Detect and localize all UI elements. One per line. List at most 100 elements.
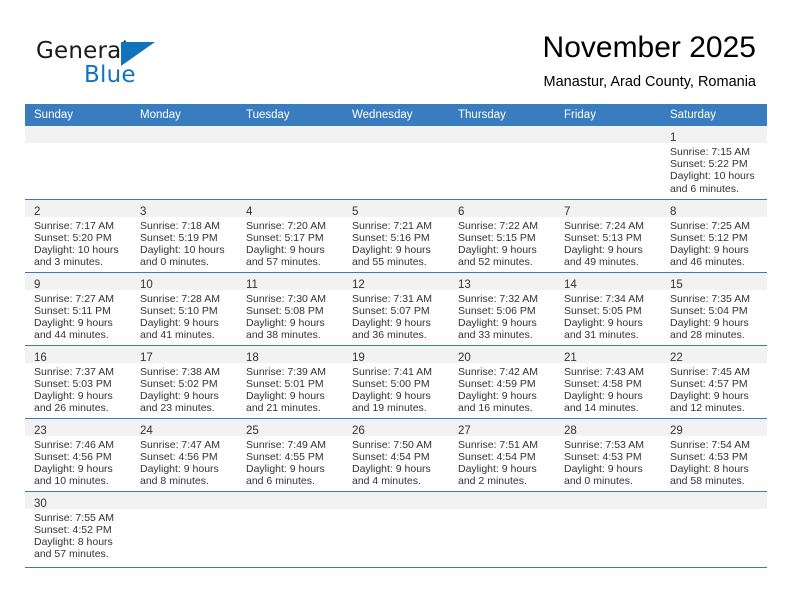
calendar-day-cell[interactable]: 28 Sunrise: 7:53 AM Sunset: 4:53 PM Dayligh… <box>555 418 661 492</box>
day-details: Sunrise: 7:46 AM Sunset: 4:56 PM Daylight:… <box>25 436 131 488</box>
calendar-day-cell[interactable]: 19 Sunrise: 7:41 AM Sunset: 5:00 PM Dayligh… <box>343 345 449 419</box>
calendar-day-cell[interactable]: 4 Sunrise: 7:20 AM Sunset: 5:17 PM Daylight… <box>237 199 343 273</box>
day-number-band: 16 <box>25 345 131 364</box>
calendar-day-cell[interactable]: 9 Sunrise: 7:27 AM Sunset: 5:11 PM Daylight… <box>25 272 131 346</box>
calendar-week-row: 2 Sunrise: 7:17 AM Sunset: 5:20 PM Daylight… <box>25 199 767 273</box>
daylight-text-line1: Daylight: 9 hours <box>670 316 749 329</box>
day-details: Sunrise: 7:21 AM Sunset: 5:16 PM Daylight:… <box>343 217 449 269</box>
day-details: Sunrise: 7:42 AM Sunset: 4:59 PM Daylight:… <box>449 363 555 415</box>
day-details: Sunrise: 7:43 AM Sunset: 4:58 PM Daylight:… <box>555 363 661 415</box>
daylight-text-line2: and 14 minutes. <box>564 402 639 415</box>
day-number-band: 7 <box>555 199 661 218</box>
day-details: Sunrise: 7:18 AM Sunset: 5:19 PM Daylight:… <box>131 217 237 269</box>
daylight-text-line1: Daylight: 10 hours <box>140 243 225 256</box>
sunrise-text: Sunrise: 7:53 AM <box>564 438 644 451</box>
day-details: Sunrise: 7:38 AM Sunset: 5:02 PM Daylight:… <box>131 363 237 415</box>
day-number-band: 4 <box>237 199 343 218</box>
weekday-header-saturday: Saturday <box>661 104 767 126</box>
calendar-day-cell[interactable]: 26 Sunrise: 7:50 AM Sunset: 4:54 PM Dayligh… <box>343 418 449 492</box>
daylight-text-line1: Daylight: 9 hours <box>352 389 431 402</box>
day-number: 1 <box>670 132 677 144</box>
daylight-text-line1: Daylight: 9 hours <box>564 316 643 329</box>
sunset-text: Sunset: 5:07 PM <box>352 304 430 317</box>
sunrise-text: Sunrise: 7:24 AM <box>564 219 644 232</box>
calendar-day-cell-empty <box>237 491 343 568</box>
sunrise-text: Sunrise: 7:28 AM <box>140 292 220 305</box>
day-number-band: 13 <box>449 272 555 291</box>
day-number-band: 12 <box>343 272 449 291</box>
calendar-day-cell[interactable]: 24 Sunrise: 7:47 AM Sunset: 4:56 PM Dayligh… <box>131 418 237 492</box>
daylight-text-line2: and 33 minutes. <box>458 329 533 342</box>
sunrise-text: Sunrise: 7:25 AM <box>670 219 750 232</box>
calendar-day-cell[interactable]: 27 Sunrise: 7:51 AM Sunset: 4:54 PM Dayligh… <box>449 418 555 492</box>
calendar-day-cell[interactable]: 22 Sunrise: 7:45 AM Sunset: 4:57 PM Dayligh… <box>661 345 767 419</box>
day-number-band: 15 <box>661 272 767 291</box>
calendar-day-cell[interactable]: 6 Sunrise: 7:22 AM Sunset: 5:15 PM Daylight… <box>449 199 555 273</box>
daylight-text-line1: Daylight: 8 hours <box>670 462 749 475</box>
calendar-day-cell-empty <box>555 126 661 200</box>
sunrise-text: Sunrise: 7:21 AM <box>352 219 432 232</box>
calendar-day-cell[interactable]: 7 Sunrise: 7:24 AM Sunset: 5:13 PM Daylight… <box>555 199 661 273</box>
calendar-day-cell[interactable]: 11 Sunrise: 7:30 AM Sunset: 5:08 PM Dayligh… <box>237 272 343 346</box>
calendar-day-cell-empty <box>661 491 767 568</box>
day-number-band: 29 <box>661 418 767 437</box>
sunrise-text: Sunrise: 7:45 AM <box>670 365 750 378</box>
calendar-day-cell[interactable]: 2 Sunrise: 7:17 AM Sunset: 5:20 PM Daylight… <box>25 199 131 273</box>
sunset-text: Sunset: 5:00 PM <box>352 377 430 390</box>
day-number: 20 <box>458 351 471 364</box>
calendar-day-cell-empty <box>449 126 555 200</box>
sunset-text: Sunset: 4:59 PM <box>458 377 536 390</box>
sunset-text: Sunset: 4:53 PM <box>564 450 642 463</box>
calendar-day-cell[interactable]: 18 Sunrise: 7:39 AM Sunset: 5:01 PM Dayligh… <box>237 345 343 419</box>
sunrise-text: Sunrise: 7:22 AM <box>458 219 538 232</box>
sunrise-text: Sunrise: 7:39 AM <box>246 365 326 378</box>
day-details: Sunrise: 7:30 AM Sunset: 5:08 PM Daylight:… <box>237 290 343 342</box>
day-number: 28 <box>564 424 577 437</box>
calendar-day-cell-empty <box>449 491 555 568</box>
calendar-day-cell[interactable]: 13 Sunrise: 7:32 AM Sunset: 5:06 PM Dayligh… <box>449 272 555 346</box>
title-block: November 2025 Manastur, Arad County, Rom… <box>543 30 756 91</box>
calendar-day-cell[interactable]: 12 Sunrise: 7:31 AM Sunset: 5:07 PM Dayligh… <box>343 272 449 346</box>
calendar-day-cell[interactable]: 17 Sunrise: 7:38 AM Sunset: 5:02 PM Dayligh… <box>131 345 237 419</box>
sunrise-text: Sunrise: 7:41 AM <box>352 365 432 378</box>
calendar-day-cell[interactable]: 21 Sunrise: 7:43 AM Sunset: 4:58 PM Dayligh… <box>555 345 661 419</box>
day-number-band <box>25 126 131 143</box>
calendar-day-cell[interactable]: 23 Sunrise: 7:46 AM Sunset: 4:56 PM Dayligh… <box>25 418 131 492</box>
calendar-day-cell[interactable]: 10 Sunrise: 7:28 AM Sunset: 5:10 PM Dayligh… <box>131 272 237 346</box>
day-number: 27 <box>458 424 471 437</box>
calendar-day-cell[interactable]: 20 Sunrise: 7:42 AM Sunset: 4:59 PM Dayligh… <box>449 345 555 419</box>
sunrise-text: Sunrise: 7:51 AM <box>458 438 538 451</box>
daylight-text-line2: and 3 minutes. <box>34 256 103 269</box>
calendar-day-cell[interactable]: 8 Sunrise: 7:25 AM Sunset: 5:12 PM Daylight… <box>661 199 767 273</box>
sunset-text: Sunset: 4:58 PM <box>564 377 642 390</box>
calendar-day-cell[interactable]: 1 Sunrise: 7:15 AM Sunset: 5:22 PM Daylight… <box>661 126 767 200</box>
daylight-text-line2: and 8 minutes. <box>140 475 209 488</box>
sunset-text: Sunset: 5:10 PM <box>140 304 218 317</box>
day-details: Sunrise: 7:41 AM Sunset: 5:00 PM Daylight:… <box>343 363 449 415</box>
daylight-text-line1: Daylight: 9 hours <box>670 243 749 256</box>
day-details: Sunrise: 7:37 AM Sunset: 5:03 PM Daylight:… <box>25 363 131 415</box>
day-number: 16 <box>34 351 47 364</box>
calendar-day-cell[interactable]: 14 Sunrise: 7:34 AM Sunset: 5:05 PM Dayligh… <box>555 272 661 346</box>
calendar-day-cell[interactable]: 15 Sunrise: 7:35 AM Sunset: 5:04 PM Dayligh… <box>661 272 767 346</box>
day-number-band <box>343 491 449 509</box>
calendar-day-cell[interactable]: 25 Sunrise: 7:49 AM Sunset: 4:55 PM Dayligh… <box>237 418 343 492</box>
calendar-day-cell[interactable]: 16 Sunrise: 7:37 AM Sunset: 5:03 PM Dayligh… <box>25 345 131 419</box>
daylight-text-line1: Daylight: 9 hours <box>246 316 325 329</box>
calendar-day-cell[interactable]: 29 Sunrise: 7:54 AM Sunset: 4:53 PM Dayligh… <box>661 418 767 492</box>
calendar-day-cell-empty <box>343 126 449 200</box>
daylight-text-line2: and 21 minutes. <box>246 402 321 415</box>
day-number: 24 <box>140 424 153 437</box>
daylight-text-line2: and 19 minutes. <box>352 402 427 415</box>
calendar-day-cell-empty <box>343 491 449 568</box>
day-number-band <box>661 491 767 509</box>
calendar-day-cell[interactable]: 3 Sunrise: 7:18 AM Sunset: 5:19 PM Daylight… <box>131 199 237 273</box>
page-title: November 2025 <box>542 31 756 64</box>
calendar-day-cell[interactable]: 30 Sunrise: 7:55 AM Sunset: 4:52 PM Dayligh… <box>25 491 131 568</box>
daylight-text-line2: and 31 minutes. <box>564 329 639 342</box>
weekday-header-thursday: Thursday <box>449 104 555 126</box>
calendar-day-cell[interactable]: 5 Sunrise: 7:21 AM Sunset: 5:16 PM Daylight… <box>343 199 449 273</box>
daylight-text-line2: and 55 minutes. <box>352 256 427 269</box>
daylight-text-line1: Daylight: 9 hours <box>670 389 749 402</box>
brand-logo[interactable]: General Blue <box>36 38 216 92</box>
